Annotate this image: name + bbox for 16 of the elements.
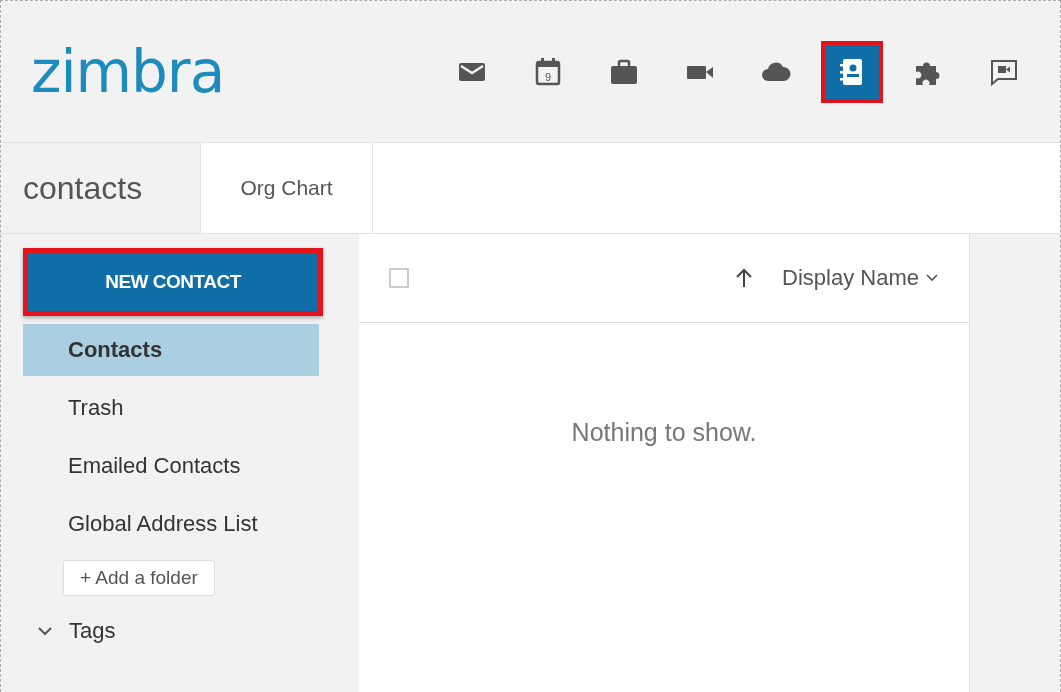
folder-item[interactable]: Global Address List [23, 498, 319, 550]
folder-item[interactable]: Trash [23, 382, 319, 434]
add-folder-button[interactable]: + Add a folder [63, 560, 215, 596]
section-title: contacts [1, 143, 201, 233]
chevron-down-icon[interactable] [37, 625, 53, 637]
new-contact-button[interactable]: NEW CONTACT [23, 248, 323, 316]
tags-label[interactable]: Tags [69, 618, 116, 644]
contacts-app-button[interactable] [821, 40, 883, 103]
chevron-down-icon [925, 273, 939, 283]
empty-message: Nothing to show. [571, 418, 757, 447]
calendar-app-button[interactable]: 9 [517, 40, 579, 103]
folder-item[interactable]: Emailed Contacts [23, 440, 319, 492]
folder-item[interactable]: Contacts [23, 324, 319, 376]
sort-dropdown[interactable]: Display Name [782, 265, 939, 291]
select-all-checkbox[interactable] [389, 268, 409, 288]
logo: zimbra [31, 37, 226, 106]
